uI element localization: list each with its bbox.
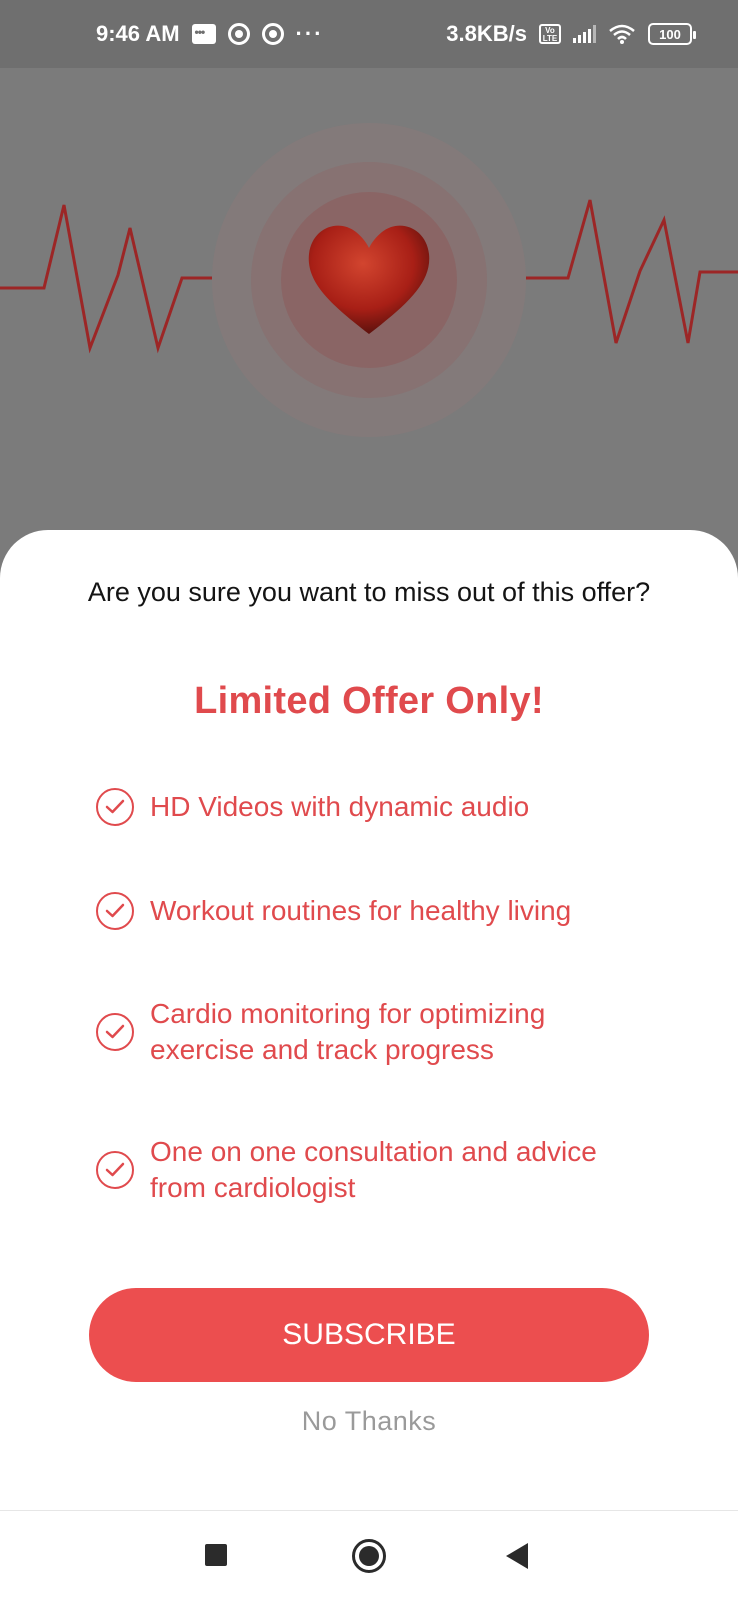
feature-text: Workout routines for healthy living xyxy=(150,895,572,926)
ecg-line-left xyxy=(0,204,212,354)
signal-icon xyxy=(573,25,596,43)
hero-illustration xyxy=(0,68,738,538)
volte-icon: Vo LTE xyxy=(539,24,561,44)
back-icon[interactable] xyxy=(506,1543,528,1569)
recent-apps-icon[interactable] xyxy=(205,1544,227,1566)
feature-text: HD Videos with dynamic audio xyxy=(150,791,530,822)
navigation-bar xyxy=(0,1510,738,1600)
status-left: 9:46 AM ··· xyxy=(96,21,324,47)
confirm-question: Are you sure you want to miss out of thi… xyxy=(87,577,651,607)
more-notifications-icon: ··· xyxy=(295,21,324,46)
status-right: 3.8KB/s Vo LTE 100 xyxy=(446,21,696,47)
wifi-icon xyxy=(608,23,636,45)
feature-item: HD Videos with dynamic audio xyxy=(96,788,656,826)
feature-item: One on one consultation and advice from … xyxy=(96,1134,656,1206)
screen: 9:46 AM ··· 3.8KB/s Vo LTE 100 xyxy=(0,0,738,1600)
home-icon[interactable] xyxy=(352,1539,386,1573)
chrome-icon-2 xyxy=(261,23,284,45)
check-circle-icon xyxy=(96,1151,134,1189)
offer-title: Limited Offer Only! xyxy=(194,680,544,722)
battery-icon: 100 xyxy=(648,23,696,45)
feature-item: Cardio monitoring for optimizing exercis… xyxy=(96,996,596,1068)
message-icon xyxy=(191,24,216,44)
status-bar: 9:46 AM ··· 3.8KB/s Vo LTE 100 xyxy=(0,0,738,68)
check-circle-icon xyxy=(96,788,134,826)
ecg-line-right xyxy=(526,199,738,344)
feature-text: Cardio monitoring for optimizing exercis… xyxy=(150,998,546,1065)
heart-ecg-graphic xyxy=(0,123,738,437)
network-speed: 3.8KB/s xyxy=(446,21,527,46)
no-thanks-link[interactable]: No Thanks xyxy=(0,1406,738,1437)
status-time: 9:46 AM xyxy=(96,21,180,46)
subscribe-button[interactable]: SUBSCRIBE xyxy=(89,1288,649,1382)
offer-bottom-sheet: Are you sure you want to miss out of thi… xyxy=(0,530,738,1510)
feature-item: Workout routines for healthy living xyxy=(96,892,656,930)
chrome-icon xyxy=(227,23,250,45)
check-circle-icon xyxy=(96,892,134,930)
feature-text: One on one consultation and advice from … xyxy=(150,1136,597,1203)
check-circle-icon xyxy=(96,1013,134,1051)
